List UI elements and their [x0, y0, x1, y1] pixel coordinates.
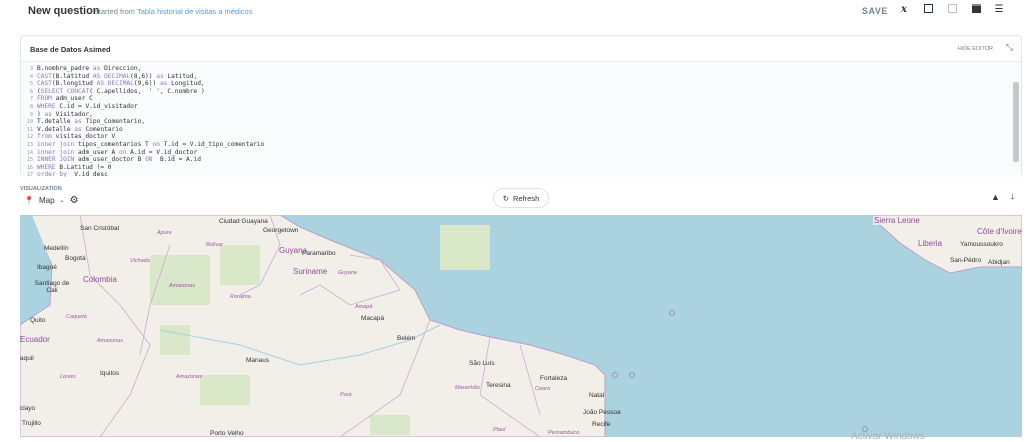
code-text: ) as Visitador, [37, 110, 93, 118]
city-label: Belém [397, 335, 416, 342]
city-label: João Pessoa [583, 409, 621, 416]
city-label: clayo [20, 405, 36, 412]
city-label: Teresina [486, 382, 511, 389]
region-label: Bolívar [206, 242, 224, 248]
region-label: Ceará [535, 386, 550, 392]
sql-snippets-icon[interactable] [946, 4, 958, 16]
save-button[interactable]: SAVE [862, 6, 888, 16]
sql-code-area[interactable]: 3 B.nombre_padre as Direccion, 4 CAST(B.lat… [21, 61, 1021, 177]
city-label: Ibagué [37, 264, 57, 271]
started-from: started from Tabla historial de visitas … [95, 7, 252, 16]
city-label: Abidjan [988, 259, 1010, 266]
region-label: Apure [157, 230, 172, 236]
city-label: Yamoussoukro [960, 241, 1003, 248]
code-text: order by V.id desc [37, 171, 108, 177]
menu-icon[interactable]: ☰ [993, 4, 1005, 16]
city-label: Iquitos [100, 370, 120, 377]
map-visualization[interactable]: Ciudad Guayana San Cristóbal Georgetown … [20, 215, 1022, 437]
download-icon[interactable]: ↓ [1010, 191, 1015, 202]
region-label: Caquetá [66, 314, 87, 320]
line-number: 17 [26, 172, 33, 177]
region-label: Maranhão [455, 385, 480, 391]
region-label: Piauí [493, 427, 506, 433]
pin-icon: 📍 [24, 196, 34, 205]
code-text: from visitas_doctor V [37, 133, 116, 141]
south-america-land [20, 215, 606, 437]
region-label: Amazonas [176, 374, 202, 380]
code-text: WHERE C.id = V.id_visitador [37, 103, 138, 110]
refresh-icon: ↻ [502, 193, 510, 203]
country-label: Guyana [279, 246, 308, 255]
started-prefix: started from [95, 7, 136, 16]
city-label: Georgetown [263, 227, 299, 234]
code-line[interactable]: 17 order by V.id desc [21, 171, 108, 177]
chevron-down-icon[interactable]: ⌄ [60, 197, 65, 204]
region-label: Amazonas [97, 338, 123, 344]
code-text: T.detalle as Tipo_Comentario, [37, 118, 146, 126]
code-text: CAST(B.latitud AS DECIMAL(8,6)) as Latit… [37, 72, 198, 80]
code-text: (SELECT CONCAT( C.apellidos, ' ', C.nomb… [37, 87, 205, 95]
city-label: Fortaleza [540, 375, 568, 382]
region-label: Pará [340, 392, 352, 398]
windows-activation-watermark: Activar Windows [851, 431, 925, 442]
add-snippet-icon[interactable] [922, 4, 934, 16]
city-label: Macapá [361, 315, 385, 322]
country-label: Suriname [293, 267, 328, 276]
code-text: FROM adm_user C [37, 95, 93, 103]
country-label: Sierra Leone [873, 216, 921, 225]
gear-icon[interactable]: ⚙ [70, 195, 79, 206]
database-name: Base de Datos Asimed [30, 45, 111, 54]
region-label: Loreto [60, 374, 76, 380]
code-text: INNER JOIN adm_user_doctor B ON B.id = A… [37, 156, 201, 164]
city-label: Medellín [44, 245, 69, 252]
city-label: Bogotá [65, 255, 86, 262]
city-label: Porto Velho [210, 430, 244, 437]
map-tiles [20, 215, 1022, 437]
data-reference-icon[interactable] [970, 4, 982, 16]
sql-editor-panel: Base de Datos Asimed HIDE EDITOR ⤡ 3 B.no… [20, 35, 1022, 177]
city-label: São Luís [469, 360, 495, 367]
city-label: San Cristóbal [80, 225, 120, 232]
region-label: Roraima [230, 294, 251, 300]
region-label: Amapá [355, 304, 373, 310]
city-label: Ciudad Guayana [219, 218, 268, 225]
country-label: Côte d'Ivoire [977, 227, 1022, 236]
refresh-button[interactable]: ↻ Refresh [493, 188, 549, 208]
warning-icon[interactable]: ▲ [991, 192, 1000, 202]
country-label: Ecuador [20, 335, 50, 344]
region-label: Pernambuco [548, 430, 580, 436]
city-label: Quito [30, 317, 46, 324]
region-label: Guyane [338, 270, 358, 276]
region-label: Amazonas [169, 283, 195, 289]
source-question-link[interactable]: Tabla historial de visitas a médicos [137, 7, 252, 16]
visualization-type[interactable]: Map [39, 196, 55, 205]
code-text: V.detalle as Comentario [37, 125, 123, 133]
city-label: Santiago de Cali [34, 280, 70, 294]
collapse-icon[interactable]: ⤡ [1006, 42, 1013, 53]
code-text: CAST(B.longitud AS DECIMAL(9,6)) as Long… [37, 80, 205, 88]
page-title: New question [28, 5, 100, 17]
code-text: inner join adm_user A on A.id = V.id_doc… [37, 148, 198, 156]
code-text: B.nombre_padre as Direccion, [37, 65, 142, 72]
code-text: inner join tipos_comentarios T on T.id =… [37, 141, 265, 148]
hide-editor-button[interactable]: HIDE EDITOR [958, 46, 993, 52]
refresh-label: Refresh [513, 193, 540, 203]
variable-icon[interactable]: x [898, 4, 910, 16]
country-label: Colombia [83, 275, 117, 284]
editor-scrollbar[interactable] [1013, 82, 1019, 162]
visualization-selector[interactable]: 📍 Map ⌄ ⚙ [24, 195, 79, 206]
code-text: WHERE B.Latitud != 0 [37, 163, 112, 171]
region-label: Vichada [130, 258, 150, 264]
city-label: Trujillo [22, 420, 41, 427]
city-label: San-Pédro [950, 257, 982, 264]
visualization-label: VISUALIZATION [20, 186, 62, 192]
city-label: aquil [20, 355, 34, 362]
city-label: Manaus [246, 357, 270, 364]
city-label: Natal [589, 392, 605, 399]
country-label: Liberia [918, 239, 943, 248]
city-label: Paramaribo [302, 250, 336, 257]
city-label: Recife [592, 421, 611, 428]
data-points [612, 310, 868, 432]
